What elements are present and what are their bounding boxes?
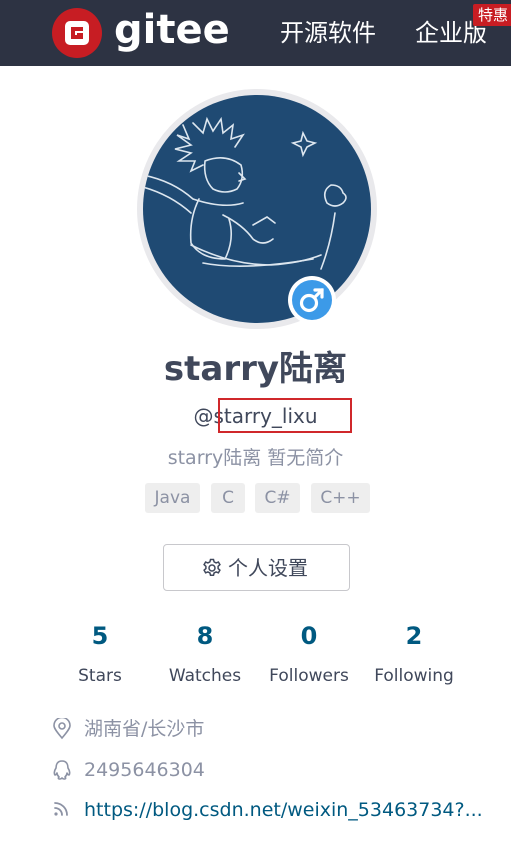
brand-name[interactable]: gitee: [114, 4, 230, 56]
following-count: 2: [405, 622, 423, 650]
promo-badge: 特惠: [473, 4, 511, 26]
location-text: 湖南省/长沙市: [84, 718, 205, 740]
stars-label: Stars: [78, 666, 122, 686]
watches-count: 8: [196, 622, 214, 650]
blog-link[interactable]: https://blog.csdn.net/weixin_53463734?..…: [84, 795, 483, 825]
settings-button[interactable]: 个人设置: [163, 544, 350, 591]
avatar[interactable]: [137, 89, 377, 329]
tag-c[interactable]: C: [211, 483, 245, 513]
gender-badge: [288, 276, 336, 324]
tag-cpp[interactable]: C++: [311, 483, 370, 513]
gear-icon: [202, 558, 222, 582]
stars-count: 5: [91, 622, 109, 650]
handle-prefix: @: [193, 404, 214, 428]
qq-icon: [52, 759, 72, 785]
nav-open-source[interactable]: 开源软件: [280, 18, 376, 48]
gitee-logo-icon[interactable]: [52, 8, 102, 58]
stat-followers[interactable]: 0 Followers: [254, 620, 364, 688]
location-pin-icon: [52, 716, 72, 744]
display-name: starry陆离: [163, 349, 348, 389]
rss-icon: [52, 799, 70, 823]
stat-watches[interactable]: 8 Watches: [150, 620, 260, 688]
following-label: Following: [374, 666, 454, 686]
tag-java[interactable]: Java: [145, 483, 200, 513]
watches-label: Watches: [168, 666, 242, 686]
stat-stars[interactable]: 5 Stars: [45, 620, 155, 688]
highlight-box: [218, 398, 352, 433]
followers-label: Followers: [269, 666, 349, 686]
avatar-image: [143, 95, 371, 323]
bio-text: starry陆离 暂无简介: [167, 447, 344, 469]
top-navbar: gitee 开源软件 企业版 特惠: [0, 0, 511, 66]
tag-csharp[interactable]: C#: [255, 483, 300, 513]
stat-following[interactable]: 2 Following: [359, 620, 469, 688]
male-icon: [292, 280, 332, 320]
followers-count: 0: [300, 622, 318, 650]
qq-number: 2495646304: [84, 759, 205, 781]
settings-label: 个人设置: [228, 556, 308, 580]
